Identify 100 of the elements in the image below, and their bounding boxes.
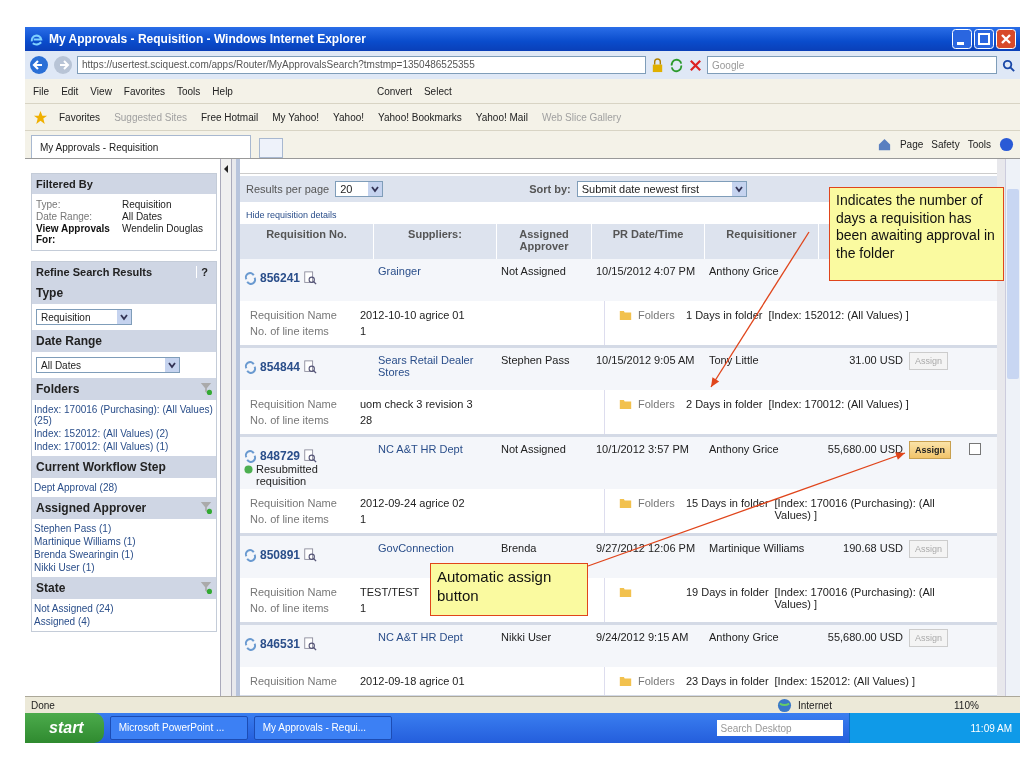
filter-link[interactable]: Stephen Pass (1) bbox=[34, 523, 214, 534]
favorite-link[interactable]: Yahoo! Mail bbox=[472, 111, 531, 123]
filter-link[interactable]: Not Assigned (24) bbox=[34, 603, 214, 614]
stop-icon[interactable] bbox=[688, 57, 703, 73]
hide-details-link[interactable]: Hide requisition details bbox=[246, 210, 337, 220]
command-menu[interactable]: Page bbox=[899, 139, 924, 150]
document-search-icon[interactable] bbox=[303, 449, 318, 463]
dropdown[interactable]: Requisition bbox=[36, 309, 132, 325]
requisition-name: 2012-09-18 agrice 01 bbox=[360, 675, 465, 687]
sort-label: Sort by: bbox=[529, 183, 571, 195]
favorite-link[interactable]: My Yahoo! bbox=[269, 111, 323, 123]
zoom-level[interactable]: 110% bbox=[954, 699, 1014, 711]
toolbar-button[interactable]: Convert bbox=[376, 85, 412, 97]
menu-item[interactable]: Favorites bbox=[123, 85, 165, 97]
filter-link[interactable]: Index: 152012: (All Values) (2) bbox=[34, 428, 214, 439]
minimize-button[interactable] bbox=[952, 29, 972, 49]
collapse-icon[interactable] bbox=[224, 165, 228, 173]
detail-label: No. of line items bbox=[250, 325, 330, 337]
menu-item[interactable]: View bbox=[90, 85, 112, 97]
filter-link[interactable]: Dept Approval (28) bbox=[34, 482, 214, 493]
refresh-icon bbox=[244, 637, 257, 651]
supplier-link[interactable]: GovConnection bbox=[378, 542, 454, 554]
caret-icon[interactable] bbox=[165, 358, 179, 372]
refresh-icon[interactable] bbox=[669, 57, 684, 73]
filter-label: Date Range: bbox=[36, 211, 94, 222]
folder-index: [Index: 152012: (All Values) ] bbox=[768, 309, 910, 321]
caret-icon[interactable] bbox=[368, 182, 383, 196]
start-button[interactable]: start bbox=[25, 713, 104, 743]
filter-link[interactable]: Index: 170016 (Purchasing): (All Values) (25) bbox=[34, 404, 214, 426]
home-icon[interactable] bbox=[876, 137, 892, 152]
per-page-dropdown[interactable]: 20 bbox=[335, 181, 384, 197]
filter-link[interactable]: Martinique Williams (1) bbox=[34, 536, 214, 547]
favorite-link[interactable]: Free Hotmail bbox=[197, 111, 262, 123]
menu-item[interactable]: Edit bbox=[61, 85, 79, 97]
amount: 55,680.00 USD bbox=[827, 443, 903, 455]
browser-tab[interactable]: My Approvals - Requisition bbox=[31, 135, 251, 158]
document-search-icon[interactable] bbox=[303, 548, 318, 562]
table-cell: 10/15/2012 4:07 PM bbox=[596, 265, 696, 277]
help-link[interactable]: ? bbox=[196, 266, 212, 278]
menu-item[interactable]: Tools bbox=[177, 85, 201, 97]
requisition-name: 2012-10-10 agrice 01 bbox=[360, 309, 465, 321]
requisition-name: TEST/TEST bbox=[360, 586, 420, 598]
menu-item[interactable]: File bbox=[33, 85, 50, 97]
section-heading: Assigned Approver bbox=[36, 501, 147, 515]
document-search-icon[interactable] bbox=[303, 360, 318, 374]
section-heading: Type bbox=[36, 286, 64, 300]
filter-link[interactable]: Index: 170012: (All Values) (1) bbox=[34, 441, 214, 452]
scrollbar[interactable] bbox=[1005, 159, 1020, 696]
refresh-icon bbox=[244, 360, 257, 374]
filter-label: Type: bbox=[36, 199, 62, 210]
status-icon bbox=[244, 465, 253, 474]
panel-heading: Refine Search Results bbox=[36, 266, 153, 278]
document-search-icon[interactable] bbox=[303, 271, 318, 285]
document-search-icon[interactable] bbox=[303, 637, 318, 651]
search-icon[interactable] bbox=[1001, 57, 1016, 73]
assign-button[interactable]: Assign bbox=[909, 441, 951, 459]
command-menu[interactable]: Safety bbox=[931, 139, 960, 150]
filter-link[interactable]: Nikki User (1) bbox=[34, 562, 214, 573]
back-icon[interactable] bbox=[29, 55, 49, 75]
toolbar-button[interactable]: Select bbox=[423, 85, 452, 97]
favorite-link[interactable]: Yahoo! bbox=[330, 111, 368, 123]
table-cell: Not Assigned bbox=[501, 265, 566, 277]
requisition-number[interactable]: 846531 bbox=[260, 637, 301, 651]
supplier-link[interactable]: NC A&T HR Dept bbox=[378, 443, 463, 455]
caret-icon[interactable] bbox=[117, 310, 131, 324]
caret-icon[interactable] bbox=[731, 182, 746, 196]
favorites-button[interactable]: Favorites bbox=[56, 111, 104, 123]
supplier-link[interactable]: Sears Retail Dealer Stores bbox=[378, 354, 493, 378]
table-cell: Stephen Pass bbox=[501, 354, 570, 366]
table-cell: Not Assigned bbox=[501, 443, 566, 455]
dropdown[interactable]: All Dates bbox=[36, 357, 180, 373]
filter-value: All Dates bbox=[122, 211, 163, 222]
detail-label: Requisition Name bbox=[250, 675, 338, 687]
maximize-button[interactable] bbox=[974, 29, 994, 49]
requisition-number[interactable]: 854844 bbox=[260, 360, 301, 374]
address-field[interactable]: https://usertest.sciquest.com/apps/Router/MyApprovalsSearch?tmstmp=1350486525355 bbox=[77, 56, 646, 74]
command-menu[interactable]: Tools bbox=[967, 139, 991, 150]
filter-value: Wendelin Douglas bbox=[122, 223, 204, 236]
supplier-link[interactable]: NC A&T HR Dept bbox=[378, 631, 463, 643]
sort-dropdown[interactable]: Submit date newest first bbox=[576, 181, 747, 197]
refresh-icon bbox=[244, 449, 257, 463]
checkbox[interactable] bbox=[969, 443, 981, 455]
clock: 11:09 AM bbox=[970, 722, 1012, 734]
detail-label: Requisition Name bbox=[250, 586, 338, 598]
filter-link[interactable]: Brenda Swearingin (1) bbox=[34, 549, 214, 560]
requisition-number[interactable]: 848729 bbox=[260, 449, 301, 463]
star-icon bbox=[33, 109, 48, 125]
requisition-number[interactable]: 856241 bbox=[260, 271, 301, 285]
taskbar-button[interactable]: My Approvals - Requi... bbox=[253, 716, 392, 740]
detail-label: No. of line items bbox=[250, 513, 330, 525]
globe-icon bbox=[777, 697, 792, 713]
favorite-link[interactable]: Yahoo! Bookmarks bbox=[375, 111, 465, 123]
supplier-link[interactable]: Grainger bbox=[378, 265, 421, 277]
amount: 31.00 USD bbox=[849, 354, 903, 366]
menu-item[interactable]: Help bbox=[212, 85, 233, 97]
filter-link[interactable]: Assigned (4) bbox=[34, 616, 214, 627]
taskbar-button[interactable]: Microsoft PowerPoint ... bbox=[109, 716, 248, 740]
close-button[interactable] bbox=[996, 29, 1016, 49]
detail-label: No. of line items bbox=[250, 414, 330, 426]
requisition-number[interactable]: 850891 bbox=[260, 548, 301, 562]
